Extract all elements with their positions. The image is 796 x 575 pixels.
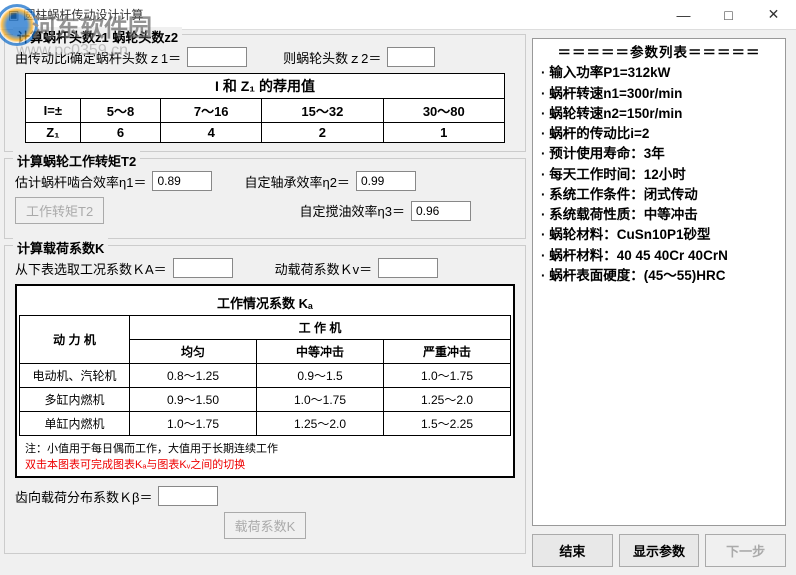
label-kv: 动载荷系数Ｋv＝ bbox=[275, 259, 373, 278]
list-item: 蜗杆的传动比i=2 bbox=[541, 124, 779, 144]
label-z2: 则蜗轮头数ｚ2＝ bbox=[283, 48, 381, 67]
list-item: 输入功率P1=312kW bbox=[541, 63, 779, 83]
input-z1[interactable] bbox=[187, 47, 247, 67]
ka-table-title: 工作情况系数 Kₐ bbox=[20, 290, 511, 316]
label-kbeta: 齿向载荷分布系数Ｋβ＝ bbox=[15, 487, 152, 506]
group-t2: 计算蜗轮工作转矩T2 估计蜗杆啮合效率η1＝ 自定轴承效率η2＝ 工作转矩T2 … bbox=[4, 158, 526, 239]
label-eta3: 自定搅油效率η3＝ bbox=[300, 201, 405, 220]
window-title: 圆柱蜗杆传动设计计算 bbox=[23, 6, 143, 23]
maximize-button[interactable]: □ bbox=[706, 0, 751, 30]
ka-col-header: 动 力 机 bbox=[20, 316, 130, 364]
list-item: 蜗轮材料：CuSn10P1砂型 bbox=[541, 225, 779, 245]
table-row: 多缸内燃机 0.9～1.50 1.0～1.75 1.25～2.0 bbox=[20, 388, 511, 412]
list-item: 每天工作时间：12小时 bbox=[541, 165, 779, 185]
ka-group-header: 工 作 机 bbox=[130, 316, 511, 340]
bottom-buttons: 结束 显示参数 下一步 bbox=[532, 534, 786, 567]
input-z2[interactable] bbox=[387, 47, 435, 67]
label-eta2: 自定轴承效率η2＝ bbox=[244, 172, 349, 191]
btn-k: 载荷系数K bbox=[224, 512, 307, 539]
label-z1: 由传动比i确定蜗杆头数ｚ1＝ bbox=[15, 48, 181, 67]
list-item: 预计使用寿命：3年 bbox=[541, 144, 779, 164]
input-eta2[interactable] bbox=[356, 171, 416, 191]
param-list: ＝＝＝＝＝参数列表＝＝＝＝＝ 输入功率P1=312kW 蜗杆转速n1=300r/… bbox=[532, 38, 786, 526]
label-ka: 从下表选取工况系数ＫA＝ bbox=[15, 259, 167, 278]
list-item: 蜗杆转速n1=300r/min bbox=[541, 84, 779, 104]
list-item: 蜗杆表面硬度：(45～55)HRC bbox=[541, 266, 779, 286]
left-panel: 计算蜗杆头数z1 蜗轮头数z2 由传动比i确定蜗杆头数ｚ1＝ 则蜗轮头数ｚ2＝ … bbox=[0, 30, 530, 575]
list-item: 蜗轮转速n2=150r/min bbox=[541, 104, 779, 124]
btn-t2: 工作转矩T2 bbox=[15, 197, 104, 224]
list-item: 系统载荷性质：中等冲击 bbox=[541, 205, 779, 225]
table-row: 电动机、汽轮机 0.8～1.25 0.9～1.5 1.0～1.75 bbox=[20, 364, 511, 388]
param-items: 输入功率P1=312kW 蜗杆转速n1=300r/min 蜗轮转速n2=150r… bbox=[541, 63, 779, 286]
window-title-wrap: ▣ 圆柱蜗杆传动设计计算 bbox=[8, 6, 143, 23]
group-z1-z2-title: 计算蜗杆头数z1 蜗轮头数z2 bbox=[13, 27, 182, 46]
table-row: 单缸内燃机 1.0～1.75 1.25～2.0 1.5～2.25 bbox=[20, 412, 511, 436]
list-item: 系统工作条件：闭式传动 bbox=[541, 185, 779, 205]
input-kv[interactable] bbox=[378, 258, 438, 278]
group-t2-title: 计算蜗轮工作转矩T2 bbox=[13, 151, 140, 170]
z-recommended-table: I 和 Z₁ 的荐用值 I=± 5～8 7～16 15～32 30～80 Z₁ … bbox=[25, 73, 505, 143]
close-button[interactable]: ✕ bbox=[751, 0, 796, 30]
param-list-header: ＝＝＝＝＝参数列表＝＝＝＝＝ bbox=[539, 43, 779, 63]
window-controls: — □ ✕ bbox=[661, 0, 796, 30]
input-kbeta[interactable] bbox=[158, 486, 218, 506]
input-eta1[interactable] bbox=[152, 171, 212, 191]
list-item: 蜗杆材料：40 45 40Cr 40CrN bbox=[541, 246, 779, 266]
next-button: 下一步 bbox=[705, 534, 786, 567]
end-button[interactable]: 结束 bbox=[532, 534, 613, 567]
ka-note1: 注：小值用于每日偶而工作，大值用于长期连续工作 bbox=[25, 443, 278, 455]
label-eta1: 估计蜗杆啮合效率η1＝ bbox=[15, 172, 146, 191]
right-panel: ＝＝＝＝＝参数列表＝＝＝＝＝ 输入功率P1=312kW 蜗杆转速n1=300r/… bbox=[530, 30, 792, 575]
minimize-button[interactable]: — bbox=[661, 0, 706, 30]
app-icon: ▣ bbox=[8, 8, 19, 22]
titlebar: ▣ 圆柱蜗杆传动设计计算 — □ ✕ bbox=[0, 0, 796, 30]
ka-table[interactable]: 工作情况系数 Kₐ 动 力 机 工 作 机 均匀 中等冲击 严重冲击 电动机、汽… bbox=[15, 284, 515, 478]
group-k-title: 计算载荷系数K bbox=[13, 238, 108, 257]
ka-note2: 双击本图表可完成图表Kₐ与图表Kᵥ之间的切换 bbox=[25, 459, 245, 471]
z-table-title: I 和 Z₁ 的荐用值 bbox=[26, 74, 505, 99]
group-k: 计算载荷系数K 从下表选取工况系数ＫA＝ 动载荷系数Ｋv＝ 工作情况系数 Kₐ … bbox=[4, 245, 526, 554]
group-z1-z2: 计算蜗杆头数z1 蜗轮头数z2 由传动比i确定蜗杆头数ｚ1＝ 则蜗轮头数ｚ2＝ … bbox=[4, 34, 526, 152]
input-eta3[interactable] bbox=[411, 201, 471, 221]
input-ka[interactable] bbox=[173, 258, 233, 278]
show-params-button[interactable]: 显示参数 bbox=[619, 534, 700, 567]
